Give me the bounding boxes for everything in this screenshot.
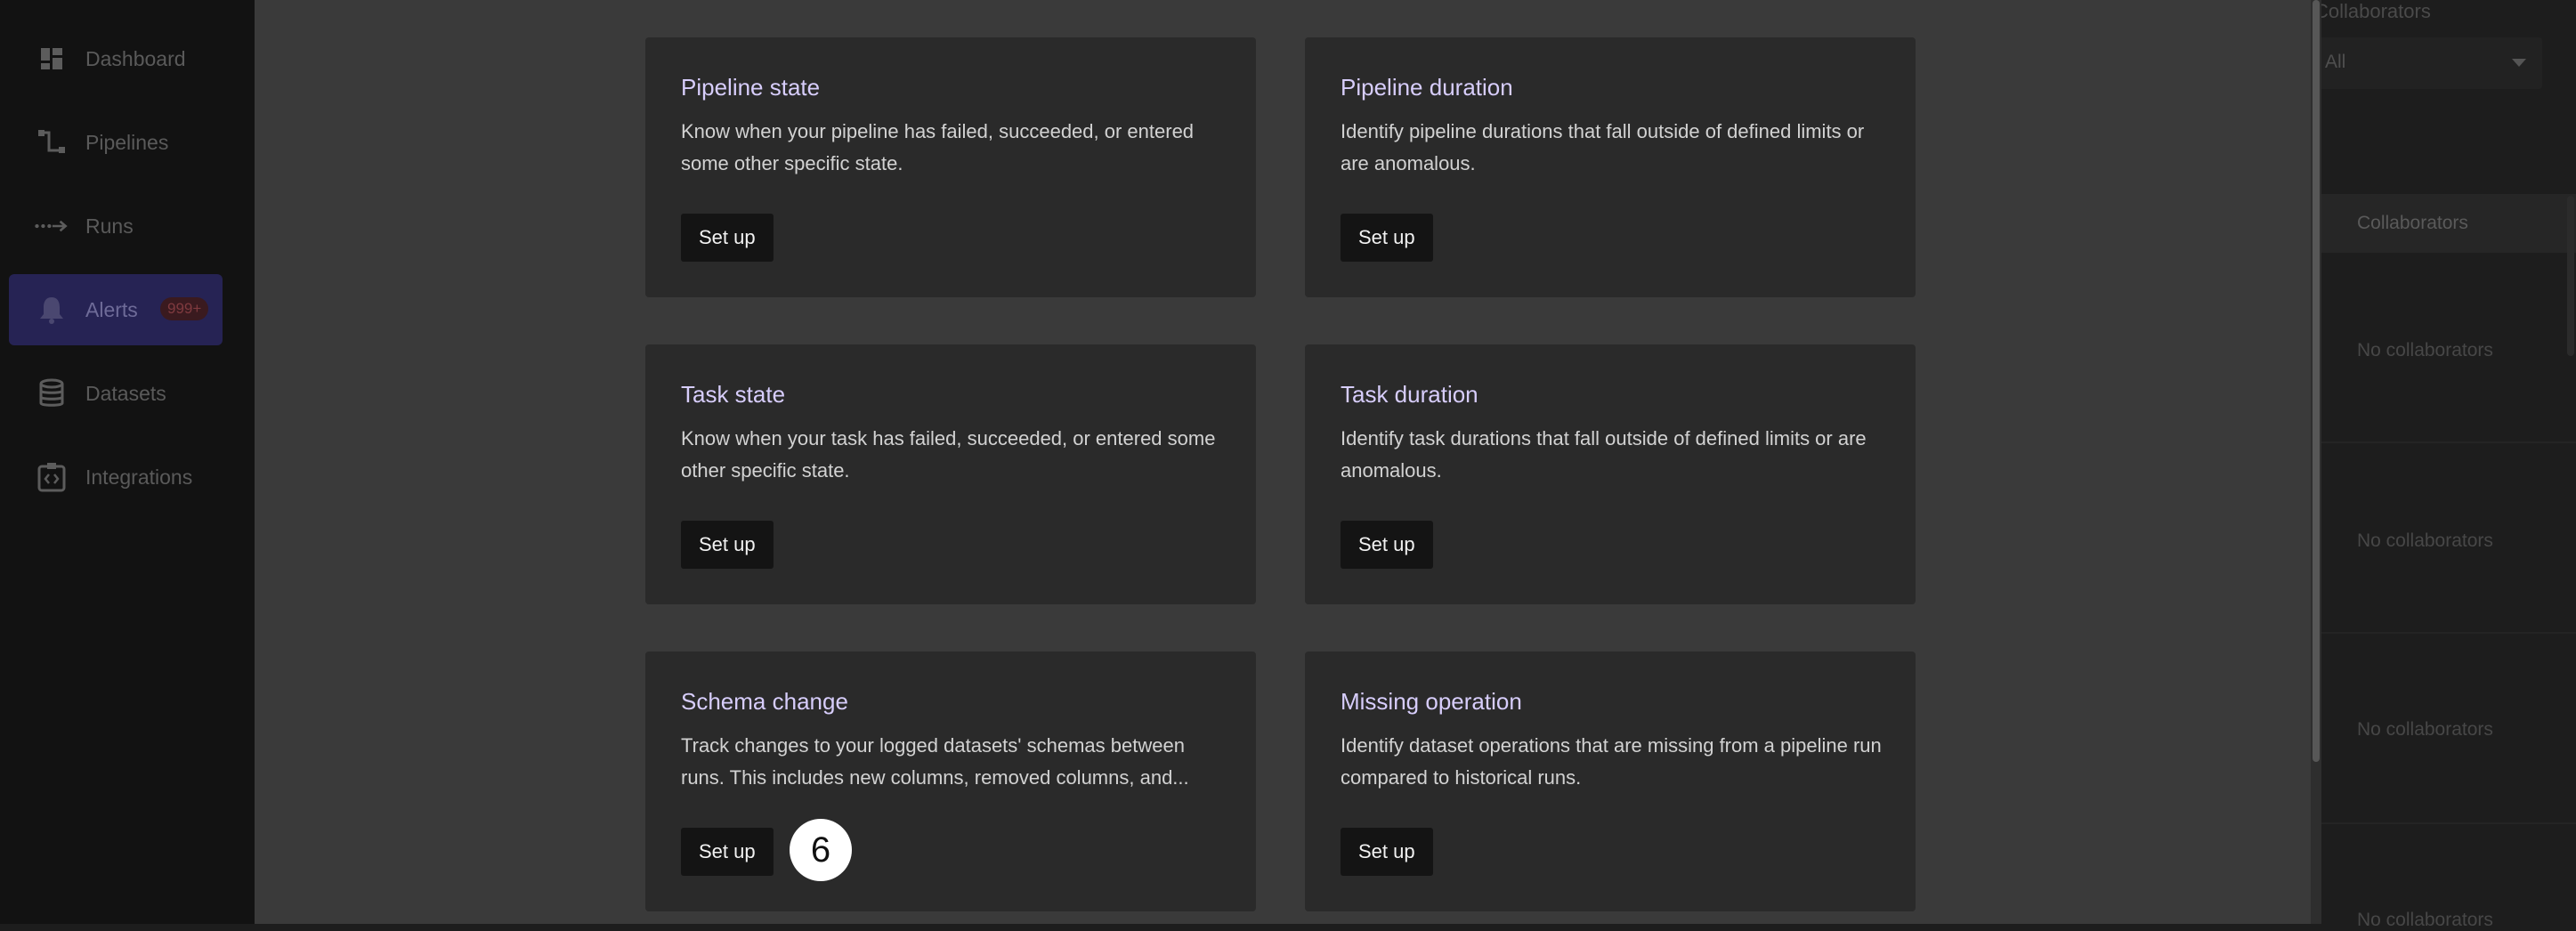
integrations-icon bbox=[34, 459, 69, 495]
set-up-button[interactable]: Set up bbox=[1341, 214, 1433, 262]
step-number-marker: 6 bbox=[790, 819, 852, 881]
table-cell: No collaborators bbox=[2357, 910, 2493, 930]
alert-card-missing-operation: Missing operation Identify dataset opera… bbox=[1305, 652, 1916, 911]
card-title: Schema change bbox=[681, 688, 848, 715]
table-cell: No collaborators bbox=[2357, 719, 2493, 740]
card-description: Identify dataset operations that are mis… bbox=[1341, 734, 1882, 789]
sidebar-item-alerts[interactable]: Alerts 999+ bbox=[9, 274, 223, 345]
alerts-count-badge: 999+ bbox=[160, 297, 209, 320]
sidebar-item-label: Runs bbox=[85, 214, 134, 238]
card-description: Track changes to your logged datasets' s… bbox=[681, 734, 1189, 789]
card-description: Identify task durations that fall outsid… bbox=[1341, 427, 1867, 482]
alert-card-pipeline-duration: Pipeline duration Identify pipeline dura… bbox=[1305, 37, 1916, 297]
caret-down-icon bbox=[2512, 59, 2526, 67]
background-right-panel bbox=[2313, 0, 2576, 924]
sidebar-item-label: Alerts bbox=[85, 297, 138, 321]
column-header-label: Collaborators bbox=[2357, 213, 2468, 233]
set-up-button[interactable]: Set up bbox=[681, 521, 774, 569]
bell-icon bbox=[34, 292, 69, 328]
runs-icon bbox=[34, 208, 69, 244]
modal-scrollbar-thumb[interactable] bbox=[2313, 0, 2320, 762]
pipelines-icon bbox=[34, 125, 69, 160]
sidebar-item-dashboard[interactable]: Dashboard bbox=[9, 23, 223, 94]
collaborators-filter-label: Collaborators bbox=[2314, 0, 2431, 22]
card-title: Pipeline state bbox=[681, 74, 821, 101]
sidebar-item-runs[interactable]: Runs bbox=[9, 190, 223, 262]
card-title: Task state bbox=[681, 381, 786, 408]
sidebar: Dashboard Pipelines Runs Alerts 999+ Dat… bbox=[0, 0, 255, 924]
row-divider bbox=[2313, 822, 2576, 824]
collaborators-column-header: Collaborators bbox=[2313, 194, 2576, 253]
set-up-button[interactable]: Set up bbox=[681, 214, 774, 262]
sidebar-item-integrations[interactable]: Integrations bbox=[9, 441, 223, 513]
dashboard-icon bbox=[34, 41, 69, 77]
alert-card-task-duration: Task duration Identify task durations th… bbox=[1305, 344, 1916, 604]
row-divider bbox=[2313, 441, 2576, 443]
sidebar-item-label: Dashboard bbox=[85, 46, 186, 70]
card-title: Task duration bbox=[1341, 381, 1478, 408]
set-up-button[interactable]: Set up bbox=[1341, 828, 1433, 876]
set-up-button[interactable]: Set up bbox=[1341, 521, 1433, 569]
database-icon bbox=[34, 376, 69, 411]
alert-card-task-state: Task state Know when your task has faile… bbox=[645, 344, 1256, 604]
card-title: Pipeline duration bbox=[1341, 74, 1513, 101]
row-divider bbox=[2313, 632, 2576, 634]
sidebar-item-label: Pipelines bbox=[85, 130, 169, 154]
sidebar-item-label: Integrations bbox=[85, 465, 193, 489]
alert-type-modal: Pipeline state Know when your pipeline h… bbox=[255, 0, 2311, 924]
card-title: Missing operation bbox=[1341, 688, 1522, 715]
card-description: Know when your pipeline has failed, succ… bbox=[681, 120, 1195, 174]
sidebar-item-pipelines[interactable]: Pipelines bbox=[9, 107, 223, 178]
alert-card-schema-change: Schema change Track changes to your logg… bbox=[645, 652, 1256, 911]
set-up-button[interactable]: Set up bbox=[681, 828, 774, 876]
sidebar-item-label: Datasets bbox=[85, 381, 166, 405]
table-cell: No collaborators bbox=[2357, 340, 2493, 360]
collaborators-filter-value: All bbox=[2325, 52, 2346, 72]
alert-card-pipeline-state: Pipeline state Know when your pipeline h… bbox=[645, 37, 1256, 297]
sidebar-item-datasets[interactable]: Datasets bbox=[9, 358, 223, 429]
collaborators-filter-select[interactable]: All bbox=[2313, 37, 2542, 89]
background-scrollbar[interactable] bbox=[2567, 196, 2574, 356]
table-cell: No collaborators bbox=[2357, 530, 2493, 551]
card-description: Identify pipeline durations that fall ou… bbox=[1341, 120, 1865, 174]
card-description: Know when your task has failed, succeede… bbox=[681, 427, 1216, 482]
